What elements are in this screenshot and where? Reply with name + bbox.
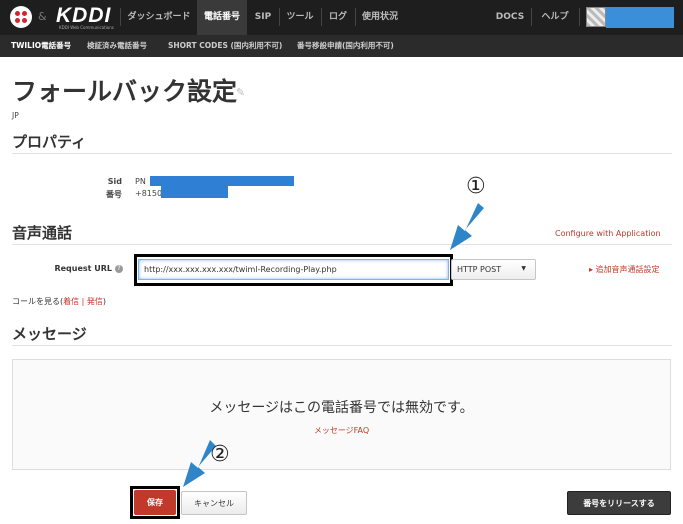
callout-number-1: ① xyxy=(466,174,486,199)
callout-number-2: ② xyxy=(210,442,230,467)
annotation-overlay xyxy=(183,203,484,487)
arrow-1-icon xyxy=(450,203,484,250)
